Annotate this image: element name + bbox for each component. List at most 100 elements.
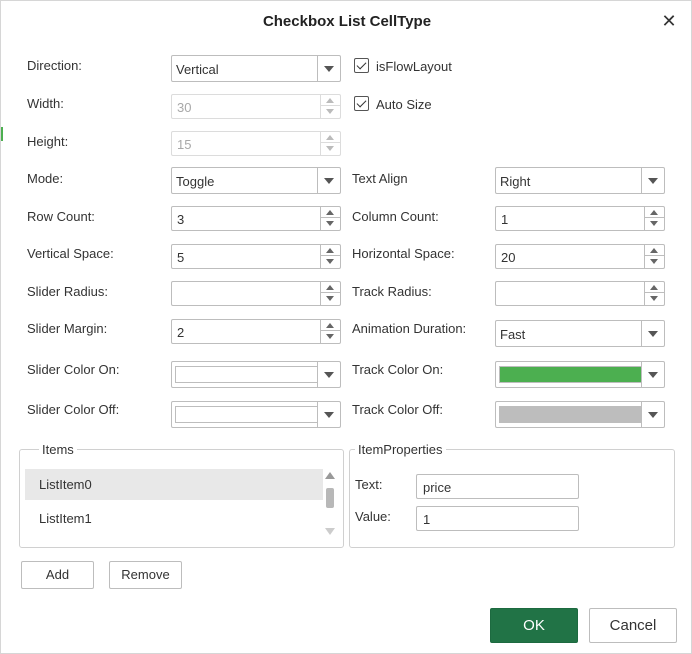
horizontal-space-value: 20 — [501, 250, 516, 265]
spin-down-icon[interactable] — [321, 256, 340, 267]
item-text-value: price — [423, 480, 452, 495]
track-color-off-swatch — [499, 406, 642, 423]
spin-down-icon[interactable] — [321, 293, 340, 304]
add-button[interactable]: Add — [21, 561, 94, 589]
is-flow-layout-checkbox[interactable] — [354, 58, 369, 73]
animation-duration-label: Animation Duration: — [352, 321, 467, 336]
mode-label: Mode: — [27, 171, 64, 186]
scroll-up-icon[interactable] — [325, 472, 335, 479]
chevron-down-icon[interactable] — [641, 168, 664, 193]
slider-color-off-label: Slider Color Off: — [27, 402, 120, 417]
track-color-off-label: Track Color Off: — [352, 402, 444, 417]
spin-down-icon[interactable] — [321, 331, 340, 342]
slider-margin-stepper[interactable]: 2 — [171, 319, 341, 344]
column-count-stepper[interactable]: 1 — [495, 206, 665, 231]
remove-button[interactable]: Remove — [109, 561, 182, 589]
slider-color-on-label: Slider Color On: — [27, 362, 120, 377]
list-item[interactable]: ListItem1 — [25, 503, 323, 534]
vertical-space-stepper[interactable]: 5 — [171, 244, 341, 269]
item-properties-group-title: ItemProperties — [355, 442, 446, 457]
track-color-on-label: Track Color On: — [352, 362, 444, 377]
track-color-on-swatch — [499, 366, 642, 383]
chevron-down-icon[interactable] — [317, 56, 340, 81]
auto-size-checkbox[interactable] — [354, 96, 369, 111]
items-group: ListItem0 ListItem1 — [19, 449, 344, 548]
spin-down-icon — [321, 143, 340, 154]
spin-up-icon[interactable] — [321, 245, 340, 256]
chevron-down-icon[interactable] — [317, 362, 340, 387]
auto-size-label: Auto Size — [376, 97, 432, 112]
direction-label: Direction: — [27, 58, 82, 73]
vertical-space-value: 5 — [177, 250, 185, 265]
item-text-label: Text: — [355, 477, 383, 492]
width-label: Width: — [27, 96, 64, 111]
spin-up-icon[interactable] — [645, 282, 664, 293]
dialog-title: Checkbox List CellType — [262, 13, 432, 30]
spin-down-icon — [321, 106, 340, 117]
width-stepper: 30 — [171, 94, 341, 119]
row-count-value: 3 — [177, 212, 185, 227]
spin-up-icon — [321, 132, 340, 143]
chevron-down-icon[interactable] — [641, 362, 664, 387]
spin-up-icon — [321, 95, 340, 106]
slider-radius-label: Slider Radius: — [27, 284, 108, 299]
slider-color-on-picker[interactable] — [171, 361, 341, 388]
track-radius-label: Track Radius: — [352, 284, 432, 299]
item-value-label: Value: — [355, 509, 391, 524]
row-count-label: Row Count: — [27, 209, 95, 224]
chevron-down-icon[interactable] — [641, 402, 664, 427]
vertical-space-label: Vertical Space: — [27, 246, 114, 261]
text-align-label: Text Align — [352, 171, 408, 186]
spin-up-icon[interactable] — [321, 320, 340, 331]
item-value-value: 1 — [423, 512, 431, 527]
horizontal-space-stepper[interactable]: 20 — [495, 244, 665, 269]
spin-up-icon[interactable] — [645, 207, 664, 218]
slider-radius-stepper[interactable] — [171, 281, 341, 306]
slider-color-off-picker[interactable] — [171, 401, 341, 428]
animation-duration-select[interactable]: Fast — [495, 320, 665, 347]
items-group-title: Items — [39, 442, 77, 457]
spin-down-icon[interactable] — [321, 218, 340, 229]
slider-margin-value: 2 — [177, 325, 185, 340]
text-align-value: Right — [500, 174, 531, 189]
scroll-thumb[interactable] — [326, 488, 334, 508]
item-text-input[interactable]: price — [416, 474, 579, 499]
spin-up-icon[interactable] — [321, 282, 340, 293]
slider-color-on-swatch — [175, 366, 318, 383]
track-radius-stepper[interactable] — [495, 281, 665, 306]
text-align-select[interactable]: Right — [495, 167, 665, 194]
chevron-down-icon[interactable] — [317, 168, 340, 193]
mode-value: Toggle — [176, 174, 215, 189]
chevron-down-icon[interactable] — [317, 402, 340, 427]
scroll-down-icon[interactable] — [325, 528, 335, 535]
close-icon[interactable]: ✕ — [659, 11, 679, 31]
background-edge-mark — [1, 127, 3, 141]
track-color-on-picker[interactable] — [495, 361, 665, 388]
spin-up-icon[interactable] — [321, 207, 340, 218]
row-count-stepper[interactable]: 3 — [171, 206, 341, 231]
is-flow-layout-label: isFlowLayout — [376, 59, 452, 74]
item-value-input[interactable]: 1 — [416, 506, 579, 531]
width-value: 30 — [177, 100, 192, 115]
spin-down-icon[interactable] — [645, 218, 664, 229]
height-value: 15 — [177, 137, 192, 152]
height-label: Height: — [27, 134, 69, 149]
slider-color-off-swatch — [175, 406, 318, 423]
items-scrollbar[interactable] — [325, 470, 335, 536]
column-count-label: Column Count: — [352, 209, 439, 224]
checkbox-list-celltype-dialog: Checkbox List CellType ✕ Direction: Vert… — [0, 0, 692, 654]
animation-duration-value: Fast — [500, 327, 526, 342]
spin-down-icon[interactable] — [645, 293, 664, 304]
column-count-value: 1 — [501, 212, 509, 227]
cancel-button[interactable]: Cancel — [589, 608, 677, 643]
spin-down-icon[interactable] — [645, 256, 664, 267]
track-color-off-picker[interactable] — [495, 401, 665, 428]
ok-button[interactable]: OK — [490, 608, 578, 643]
mode-select[interactable]: Toggle — [171, 167, 341, 194]
chevron-down-icon[interactable] — [641, 321, 664, 346]
spin-up-icon[interactable] — [645, 245, 664, 256]
direction-value: Vertical — [176, 62, 219, 77]
direction-select[interactable]: Vertical — [171, 55, 341, 82]
list-item[interactable]: ListItem0 — [25, 469, 323, 500]
height-stepper: 15 — [171, 131, 341, 156]
